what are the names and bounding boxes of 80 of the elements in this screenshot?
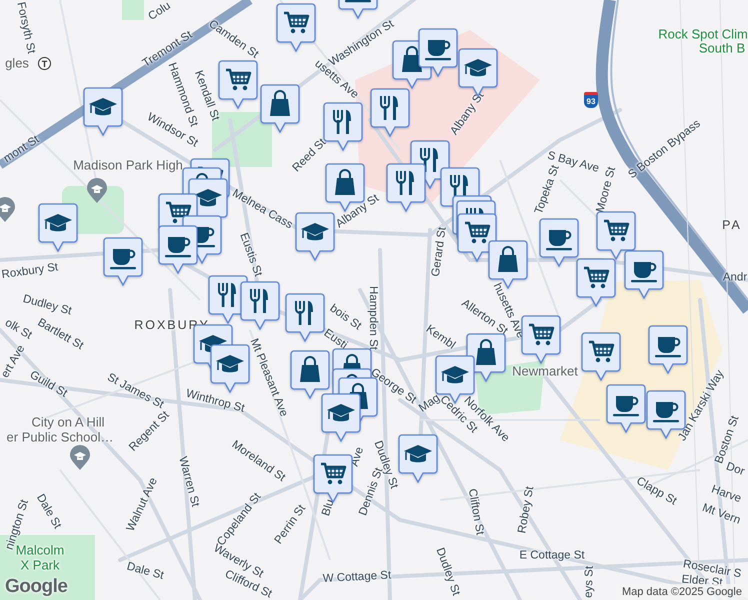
place-label: City on A Hill: [32, 416, 104, 428]
street-label: E Cottage St: [519, 550, 585, 562]
map-marker[interactable]: [606, 384, 646, 433]
street-label: Forsyth St: [14, 1, 36, 55]
street-label: eys St: [584, 566, 596, 598]
street-label: Robey St: [517, 486, 537, 534]
fork-and-knife-icon: [396, 170, 414, 195]
map-marker[interactable]: [386, 163, 426, 212]
street-label: Colu: [146, 0, 174, 24]
park-area: [122, 0, 144, 20]
map-marker[interactable]: [38, 203, 78, 252]
highway-shield: 93: [584, 92, 598, 108]
street-label: mont St: [2, 134, 42, 166]
street-label: Blu: [320, 498, 338, 518]
fork-and-knife-icon: [380, 95, 398, 120]
fork-and-knife-icon: [218, 282, 236, 307]
fork-and-knife-icon: [420, 147, 438, 172]
graduation-cap-icon: [404, 445, 432, 462]
street-label: Dale St: [125, 562, 165, 582]
map-marker[interactable]: [539, 218, 579, 267]
map-marker[interactable]: [648, 325, 688, 374]
place-label: Newmarket: [512, 364, 578, 378]
map-marker[interactable]: [260, 84, 300, 133]
fork-and-knife-icon: [295, 300, 313, 325]
map-marker[interactable]: [581, 332, 621, 381]
school-marker-icon: [69, 445, 91, 471]
park-label: South B: [698, 42, 746, 54]
place-label: gles: [5, 56, 29, 70]
map-logo: Google: [5, 576, 68, 598]
park-label: Rock Spot Clim: [658, 28, 748, 40]
street-label: Harve: [710, 484, 742, 506]
graduation-cap-icon: [194, 189, 222, 206]
school-marker-icon: [86, 178, 108, 204]
graduation-cap-icon: [441, 366, 469, 384]
map-marker[interactable]: [418, 28, 458, 77]
street-label: Gerard St: [430, 226, 450, 278]
fork-and-knife-icon: [333, 109, 351, 134]
street-label: Mag: [418, 392, 442, 415]
street-label: Dudley St: [21, 294, 73, 318]
map-marker[interactable]: [290, 350, 330, 399]
street-label: Eustis St: [236, 232, 264, 278]
street-label: Hampden St: [366, 286, 378, 350]
street-label: Warren St: [176, 456, 200, 508]
graduation-cap-icon: [216, 355, 244, 372]
map-marker[interactable]: [624, 250, 664, 299]
map-marker[interactable]: [370, 88, 410, 137]
map-marker[interactable]: [285, 293, 325, 342]
fork-and-knife-icon: [250, 288, 268, 313]
map-marker[interactable]: [596, 211, 636, 260]
street-label: Andr: [722, 272, 748, 284]
park-label: X Park: [20, 558, 60, 572]
graduation-cap-icon: [464, 59, 492, 76]
street-label: W Cottage St: [322, 570, 392, 586]
map-marker[interactable]: [321, 393, 361, 442]
graduation-cap-icon: [301, 223, 329, 240]
street-label: Dor: [724, 461, 746, 479]
street-label: Mt Vern: [700, 502, 742, 528]
street-label: Guild St: [27, 370, 69, 400]
area-label: PA: [722, 218, 742, 232]
map-marker[interactable]: [576, 258, 616, 307]
graduation-cap-icon: [89, 98, 117, 116]
place-label: Madison Park High: [73, 158, 183, 172]
map-marker[interactable]: [240, 281, 280, 330]
graduation-cap-icon: [44, 214, 72, 232]
graduation-cap-icon: [327, 404, 355, 422]
street-label: Clifton St: [465, 488, 485, 536]
school-marker-icon: [0, 197, 16, 223]
map-marker[interactable]: [158, 225, 198, 274]
street-label: ert Ave: [0, 344, 28, 380]
map-marker[interactable]: [218, 60, 258, 109]
map-marker[interactable]: [276, 3, 316, 52]
map-marker[interactable]: [83, 87, 123, 136]
map-marker[interactable]: [521, 315, 561, 364]
street-label: olk St: [2, 318, 34, 342]
street-label: Dudley St: [433, 546, 461, 598]
street-label: Roxbury St: [1, 262, 59, 282]
map-marker[interactable]: [103, 237, 143, 286]
map-marker[interactable]: [398, 434, 438, 483]
map-marker[interactable]: [295, 212, 335, 261]
place-label: er Public School…: [6, 430, 114, 444]
